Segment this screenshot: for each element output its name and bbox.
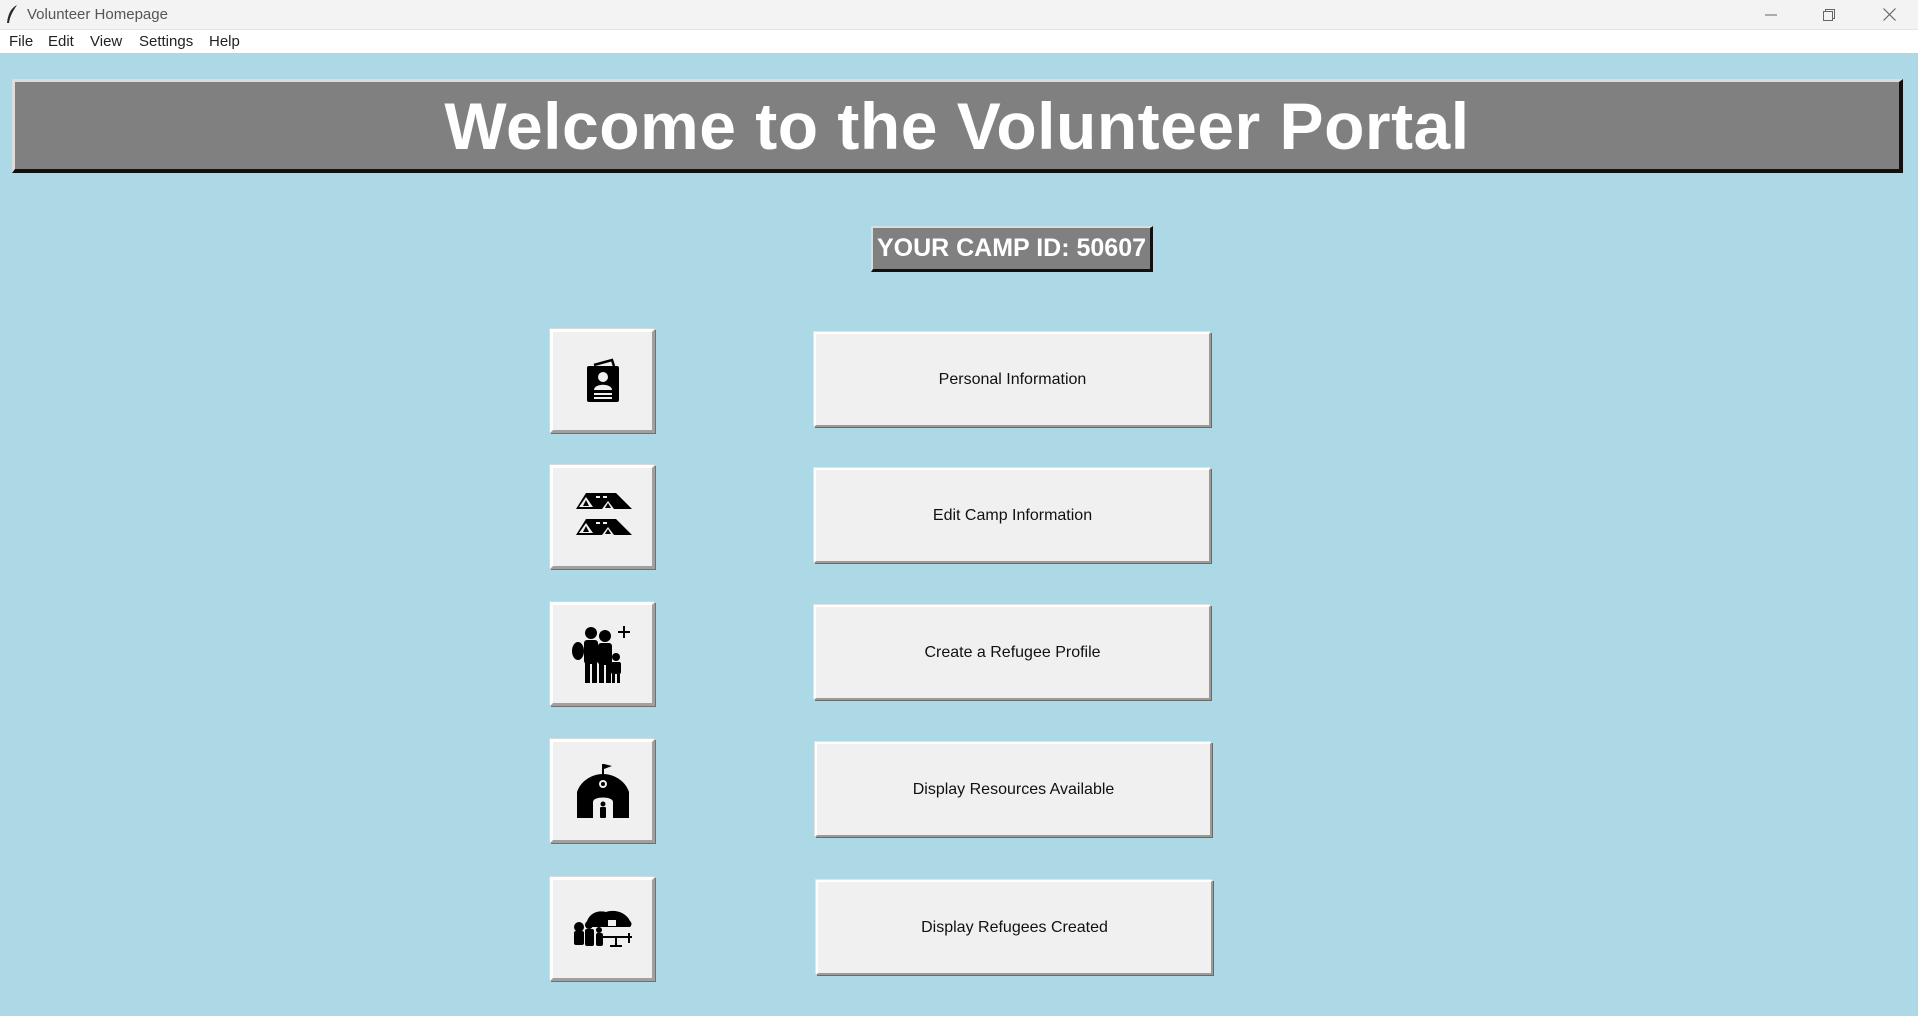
camp-tents-icon bbox=[575, 493, 632, 535]
edit-camp-information-label: Edit Camp Information bbox=[932, 506, 1093, 524]
display-refugees-created-label: Display Refugees Created bbox=[921, 918, 1108, 936]
camp-id-badge: YOUR CAMP ID: 50607 bbox=[871, 226, 1153, 272]
close-button[interactable] bbox=[1860, 0, 1918, 29]
refugee-group-icon bbox=[573, 910, 632, 947]
welcome-banner: Welcome to the Volunteer Portal bbox=[12, 79, 1903, 173]
edit-camp-information-button[interactable]: Edit Camp Information bbox=[814, 468, 1211, 563]
menu-help[interactable]: Help bbox=[209, 33, 240, 50]
menu-file[interactable]: File bbox=[9, 33, 33, 50]
personal-information-icon-button[interactable] bbox=[550, 329, 655, 433]
display-refugees-created-button[interactable]: Display Refugees Created bbox=[816, 880, 1213, 975]
title-bar: Volunteer Homepage bbox=[0, 0, 1918, 30]
add-family-icon bbox=[571, 626, 630, 683]
menu-view[interactable]: View bbox=[90, 33, 122, 50]
create-refugee-icon-button[interactable] bbox=[550, 602, 655, 706]
create-refugee-profile-label: Create a Refugee Profile bbox=[924, 643, 1101, 661]
shelter-building-icon bbox=[576, 764, 629, 818]
menu-edit[interactable]: Edit bbox=[48, 33, 74, 50]
minimize-icon bbox=[1765, 14, 1777, 15]
edit-camp-icon-button[interactable] bbox=[550, 465, 655, 569]
feather-icon bbox=[7, 5, 17, 23]
restore-icon bbox=[1823, 8, 1835, 21]
display-resources-available-label: Display Resources Available bbox=[912, 780, 1115, 798]
personal-information-button[interactable]: Personal Information bbox=[814, 332, 1211, 427]
menu-bar: File Edit View Settings Help bbox=[0, 30, 1918, 53]
id-card-icon bbox=[586, 358, 619, 402]
personal-information-label: Personal Information bbox=[938, 370, 1087, 388]
create-refugee-profile-button[interactable]: Create a Refugee Profile bbox=[814, 605, 1211, 700]
minimize-button[interactable] bbox=[1742, 0, 1800, 29]
window-title: Volunteer Homepage bbox=[27, 6, 168, 23]
display-refugees-icon-button[interactable] bbox=[550, 877, 655, 981]
display-resources-icon-button[interactable] bbox=[550, 739, 655, 843]
menu-settings[interactable]: Settings bbox=[139, 33, 193, 50]
display-resources-available-button[interactable]: Display Resources Available bbox=[815, 742, 1212, 837]
close-icon bbox=[1882, 8, 1896, 21]
restore-button[interactable] bbox=[1800, 0, 1858, 29]
page-title: Welcome to the Volunteer Portal bbox=[444, 88, 1470, 163]
